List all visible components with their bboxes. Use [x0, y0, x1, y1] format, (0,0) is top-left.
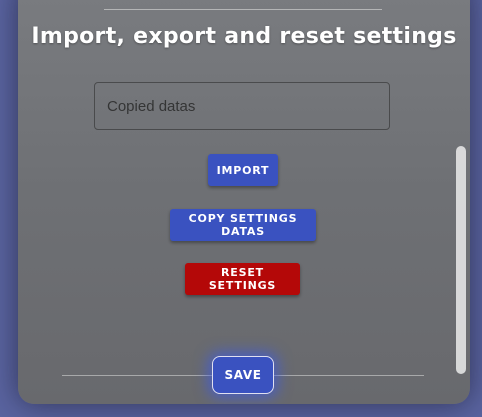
- section-divider: [104, 9, 382, 10]
- copied-datas-field[interactable]: [94, 82, 390, 130]
- reset-settings-button[interactable]: Reset settings: [185, 263, 300, 295]
- settings-panel: Import, export and reset settings Import…: [18, 0, 470, 404]
- section-title: Import, export and reset settings: [31, 24, 457, 49]
- copy-settings-datas-button[interactable]: Copy settings datas: [170, 209, 316, 241]
- import-button[interactable]: Import: [208, 154, 278, 186]
- scrollbar-thumb[interactable]: [456, 146, 466, 374]
- save-button[interactable]: Save: [212, 356, 274, 394]
